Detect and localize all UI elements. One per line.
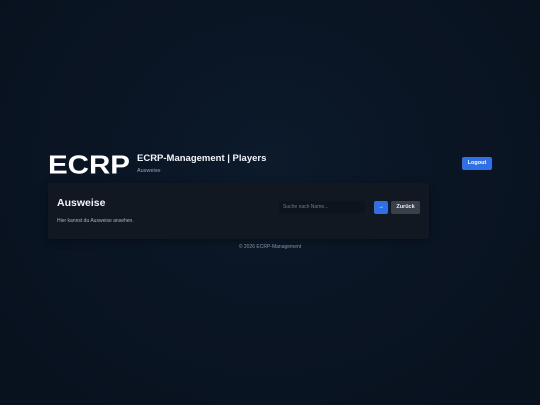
back-button[interactable]: Zurück bbox=[391, 201, 420, 214]
search-button[interactable]: → bbox=[374, 201, 388, 214]
ecrp-logo: ECRP bbox=[48, 152, 130, 176]
top-header: ECRP ECRP-Management | Players Ausweise … bbox=[48, 152, 492, 178]
footer-copyright: © 2026 ECRP-Management bbox=[238, 244, 302, 250]
card-description: Hier kannst du Ausweise ansehen. bbox=[57, 218, 134, 224]
page-subtitle: Ausweise bbox=[137, 168, 161, 174]
page-title: ECRP-Management | Players bbox=[137, 153, 267, 164]
arrow-right-icon: → bbox=[378, 204, 384, 210]
svg-text:ECRP: ECRP bbox=[48, 152, 130, 176]
card-title: Ausweise bbox=[57, 197, 106, 209]
logout-button[interactable]: Logout bbox=[462, 157, 492, 170]
search-input[interactable] bbox=[279, 201, 365, 213]
ausweise-card: Ausweise Hier kannst du Ausweise ansehen… bbox=[48, 183, 429, 239]
header-text: ECRP-Management | Players Ausweise bbox=[137, 153, 266, 175]
